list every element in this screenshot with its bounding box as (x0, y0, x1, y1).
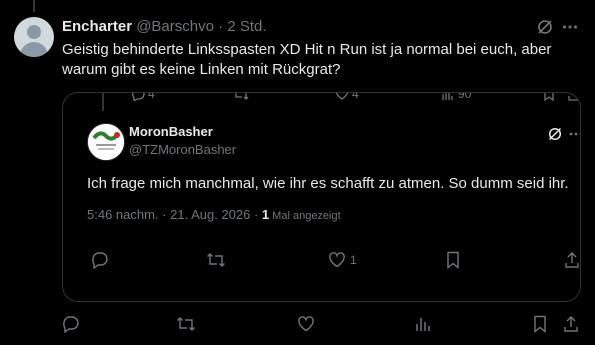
quoted-retweet-button[interactable] (206, 251, 226, 269)
separator: · (218, 18, 224, 35)
like-icon (329, 252, 345, 268)
like-button[interactable] (297, 315, 315, 333)
views-icon (442, 93, 453, 100)
reply-button[interactable] (62, 315, 80, 333)
reply-icon (132, 93, 145, 101)
author-name[interactable]: Encharter (62, 18, 132, 35)
retweet-icon (207, 253, 225, 267)
quoted-bookmark-button[interactable] (445, 251, 461, 269)
views-icon (416, 318, 430, 331)
like-icon (336, 93, 348, 100)
tweet-text: Geistig behinderte Linksspasten XD Hit n… (62, 41, 552, 78)
share-action[interactable] (567, 93, 580, 101)
share-button[interactable] (563, 315, 579, 333)
quoted-avatar[interactable] (87, 123, 125, 161)
quoted-author-name[interactable]: MoronBasher (129, 124, 213, 139)
bookmark-button[interactable] (532, 315, 548, 333)
quoted-timestamp[interactable]: 5:46 nachm. · 21. Aug. 2026 · (87, 207, 262, 222)
reply-action[interactable]: 4 (131, 92, 155, 101)
quoted-meta: 5:46 nachm. · 21. Aug. 2026 · 1 Mal ange… (87, 207, 341, 222)
quoted-tweet-text: Ich frage mich manchmal, wie ihr es scha… (87, 175, 569, 192)
bookmark-icon (534, 315, 546, 333)
reply-icon (92, 252, 108, 269)
more-icon[interactable] (568, 126, 580, 142)
author-handle[interactable]: @Barschvo (136, 18, 214, 35)
share-icon (564, 316, 578, 332)
quoted-tweet-card[interactable]: 4 4 90 MoronBasher @TZMoronBasher Ich fr… (62, 92, 581, 302)
quoted-author-handle[interactable]: @TZMoronBasher (129, 142, 236, 157)
like-icon (298, 316, 314, 332)
reply-icon (63, 316, 79, 333)
quoted-reply-button[interactable] (91, 251, 109, 269)
grok-icon[interactable] (547, 126, 563, 142)
retweet-icon (177, 317, 195, 331)
share-icon (565, 252, 579, 268)
like-action[interactable]: 4 (335, 92, 359, 101)
views-action[interactable]: 90 (441, 92, 472, 101)
retweet-button[interactable] (176, 315, 196, 333)
bookmark-action[interactable] (543, 93, 555, 101)
quoted-share-button[interactable] (564, 251, 580, 269)
quoted-views-label: Mal angezeigt (269, 210, 341, 222)
like-count: 4 (352, 92, 359, 101)
reply-count: 4 (148, 92, 155, 101)
tweet-time[interactable]: 2 Std. (227, 18, 266, 35)
thread-connector (33, 0, 35, 12)
quoted-like-count: 1 (350, 253, 357, 267)
bookmark-icon (447, 251, 459, 269)
quoted-partial-actions: 4 4 90 (63, 92, 580, 103)
views-count: 90 (458, 92, 472, 101)
grok-icon[interactable] (536, 18, 554, 36)
quoted-like-button[interactable]: 1 (328, 251, 357, 269)
avatar[interactable] (14, 17, 54, 57)
retweet-icon (235, 93, 249, 100)
tweet-header: Encharter @Barschvo · 2 Std. (62, 17, 267, 36)
views-button[interactable] (414, 315, 432, 333)
share-icon (568, 93, 580, 101)
bookmark-icon (544, 93, 554, 101)
more-icon[interactable] (561, 18, 579, 36)
retweet-action[interactable] (233, 93, 249, 101)
